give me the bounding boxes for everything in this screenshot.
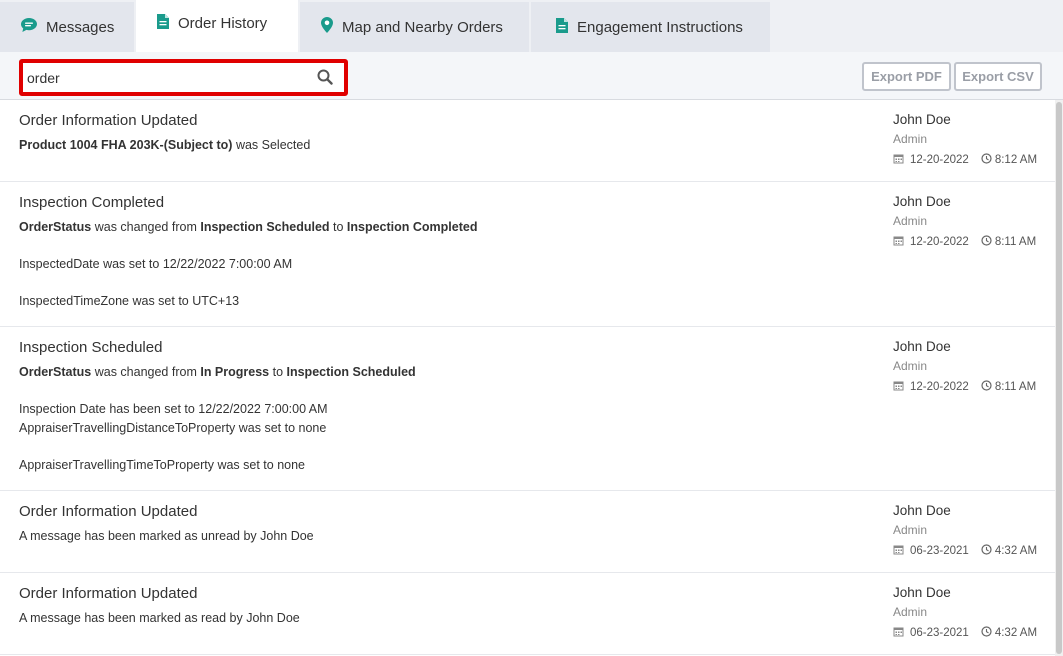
tab-label: Order History bbox=[178, 14, 268, 32]
tab-bar: Messages Order History Map and Nearby Or… bbox=[0, 0, 1063, 52]
user-name: John Doe bbox=[893, 194, 951, 209]
user-role: Admin bbox=[893, 214, 928, 228]
entry-time: 8:12 AM bbox=[994, 154, 1038, 166]
search-box bbox=[19, 59, 348, 96]
entry-bold: OrderStatus bbox=[19, 220, 92, 234]
entry-date: 06-23-2021 bbox=[910, 545, 969, 557]
entry-time: 8:11 AM bbox=[994, 381, 1037, 393]
entry-line: A message has been marked as unread by J… bbox=[19, 529, 314, 543]
entry-date: 12-20-2022 bbox=[910, 154, 969, 166]
timestamp: 12-20-2022 8:11 AM bbox=[893, 235, 1036, 249]
map-pin-icon bbox=[320, 16, 342, 38]
entry-text: to bbox=[329, 220, 347, 234]
entry-time: 4:32 AM bbox=[994, 545, 1038, 557]
export-pdf-button[interactable]: Export PDF bbox=[862, 62, 951, 91]
tab-label: Map and Nearby Orders bbox=[342, 18, 503, 36]
entry-bold: Product 1004 FHA 203K-(Subject to) bbox=[19, 138, 233, 152]
entry-line: OrderStatus was changed from Inspection … bbox=[19, 220, 477, 234]
timestamp: 06-23-2021 4:32 AM bbox=[893, 626, 1037, 640]
tab-order-history[interactable]: Order History bbox=[136, 0, 298, 52]
entry-title: Inspection Scheduled bbox=[19, 339, 163, 356]
export-csv-button[interactable]: Export CSV bbox=[954, 62, 1042, 91]
tab-map-and-nearby-orders[interactable]: Map and Nearby Orders bbox=[300, 2, 529, 52]
calendar-icon bbox=[893, 235, 910, 249]
entry-line: Product 1004 FHA 203K-(Subject to) was S… bbox=[19, 138, 310, 152]
toolbar: Export PDF Export CSV bbox=[0, 52, 1063, 100]
clock-icon bbox=[981, 544, 995, 558]
entry-line: AppraiserTravellingDistanceToProperty wa… bbox=[19, 421, 327, 435]
entry-title: Inspection Completed bbox=[19, 194, 165, 211]
list-item: Order Information Updated A message has … bbox=[0, 491, 1055, 573]
entry-line: AppraiserTravellingTimeToProperty was se… bbox=[19, 458, 306, 472]
calendar-icon bbox=[893, 626, 910, 640]
document-icon bbox=[156, 13, 178, 34]
list-item: Inspection Completed OrderStatus was cha… bbox=[0, 182, 1055, 327]
timestamp: 06-23-2021 4:32 AM bbox=[893, 544, 1037, 558]
list-item: Order Information Updated Product 1004 F… bbox=[0, 100, 1055, 182]
calendar-icon bbox=[893, 380, 910, 394]
list-item: Order Information Updated A message has … bbox=[0, 573, 1055, 655]
user-name: John Doe bbox=[893, 112, 951, 127]
tab-engagement-instructions[interactable]: Engagement Instructions bbox=[531, 2, 770, 52]
entry-bold: Inspection Scheduled bbox=[286, 365, 416, 379]
entry-title: Order Information Updated bbox=[19, 112, 198, 129]
entry-line: A message has been marked as read by Joh… bbox=[19, 611, 300, 625]
scrollbar-thumb[interactable] bbox=[1056, 102, 1062, 654]
entry-text: was Selected bbox=[232, 138, 311, 152]
entry-bold: OrderStatus bbox=[19, 365, 92, 379]
search-icon[interactable] bbox=[317, 69, 333, 90]
chat-icon bbox=[20, 17, 46, 37]
entry-line: InspectedTimeZone was set to UTC+13 bbox=[19, 294, 240, 308]
entry-title: Order Information Updated bbox=[19, 503, 198, 520]
entry-bold: Inspection Completed bbox=[346, 220, 478, 234]
clock-icon bbox=[981, 153, 995, 167]
order-history-list: Order Information Updated Product 1004 F… bbox=[0, 100, 1055, 656]
document-icon bbox=[555, 17, 577, 38]
entry-time: 8:11 AM bbox=[994, 236, 1037, 248]
user-role: Admin bbox=[893, 359, 928, 373]
entry-bold: Inspection Scheduled bbox=[200, 220, 330, 234]
entry-date: 06-23-2021 bbox=[910, 627, 969, 639]
list-item: Inspection Scheduled OrderStatus was cha… bbox=[0, 327, 1055, 491]
timestamp: 12-20-2022 8:12 AM bbox=[893, 153, 1037, 167]
clock-icon bbox=[981, 380, 995, 394]
scrollbar[interactable] bbox=[1055, 100, 1063, 656]
entry-date: 12-20-2022 bbox=[910, 381, 969, 393]
user-role: Admin bbox=[893, 605, 928, 619]
user-name: John Doe bbox=[893, 339, 951, 354]
calendar-icon bbox=[893, 544, 910, 558]
entry-text: was changed from bbox=[91, 365, 201, 379]
entry-line: OrderStatus was changed from In Progress… bbox=[19, 365, 416, 379]
search-input[interactable] bbox=[27, 66, 307, 90]
entry-title: Order Information Updated bbox=[19, 585, 198, 602]
entry-time: 4:32 AM bbox=[994, 627, 1038, 639]
entry-line: InspectedDate was set to 12/22/2022 7:00… bbox=[19, 257, 293, 271]
tab-label: Messages bbox=[46, 18, 115, 36]
user-name: John Doe bbox=[893, 503, 951, 518]
tab-messages[interactable]: Messages bbox=[0, 2, 134, 52]
tab-label: Engagement Instructions bbox=[577, 18, 743, 36]
user-role: Admin bbox=[893, 523, 928, 537]
entry-bold: In Progress bbox=[200, 365, 270, 379]
user-name: John Doe bbox=[893, 585, 951, 600]
entry-date: 12-20-2022 bbox=[910, 236, 969, 248]
entry-text: to bbox=[269, 365, 287, 379]
entry-text: was changed from bbox=[91, 220, 201, 234]
calendar-icon bbox=[893, 153, 910, 167]
timestamp: 12-20-2022 8:11 AM bbox=[893, 380, 1036, 394]
user-role: Admin bbox=[893, 132, 928, 146]
entry-line: Inspection Date has been set to 12/22/20… bbox=[19, 402, 328, 416]
clock-icon bbox=[981, 626, 995, 640]
clock-icon bbox=[981, 235, 995, 249]
